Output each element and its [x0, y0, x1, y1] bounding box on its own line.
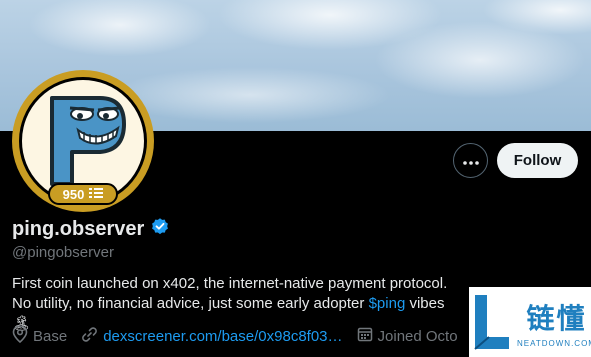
- list-icon: [89, 187, 104, 202]
- website-item[interactable]: dexscreener.com/base/0x98c8f03…: [81, 326, 343, 347]
- watermark-text: 链懂 NEATDOWN.COM: [517, 297, 591, 348]
- display-name: ping.observer: [12, 218, 145, 240]
- watermark: 链懂 NEATDOWN.COM: [469, 287, 591, 357]
- cashtag-link[interactable]: $ping: [369, 295, 406, 312]
- link-icon: [81, 326, 98, 347]
- joined-item: Joined Octo: [357, 326, 458, 346]
- watermark-brand-cn: 链懂: [526, 301, 587, 335]
- profile-meta: Base dexscreener.com/base/0x98c8f03… Joi…: [12, 325, 472, 347]
- watermark-brand-en: NEATDOWN.COM: [517, 338, 591, 348]
- badge-count: 950: [62, 186, 85, 202]
- more-options-button[interactable]: [453, 143, 488, 178]
- location-text: Base: [33, 327, 68, 345]
- name-row: ping.observer: [12, 217, 170, 242]
- more-icon: [462, 152, 479, 170]
- calendar-icon: [357, 326, 373, 346]
- follow-button[interactable]: Follow: [497, 143, 578, 178]
- location-pin-icon: [12, 325, 28, 347]
- bio-suffix: vibes: [405, 295, 445, 312]
- watermark-logo: [469, 287, 513, 357]
- joined-text: Joined Octo: [377, 327, 458, 345]
- location-item: Base: [12, 325, 67, 347]
- user-handle: @pingobserver: [12, 244, 114, 261]
- follower-badge: 950: [48, 183, 118, 205]
- website-link[interactable]: dexscreener.com/base/0x98c8f03…: [103, 328, 342, 345]
- verified-icon[interactable]: [150, 217, 170, 242]
